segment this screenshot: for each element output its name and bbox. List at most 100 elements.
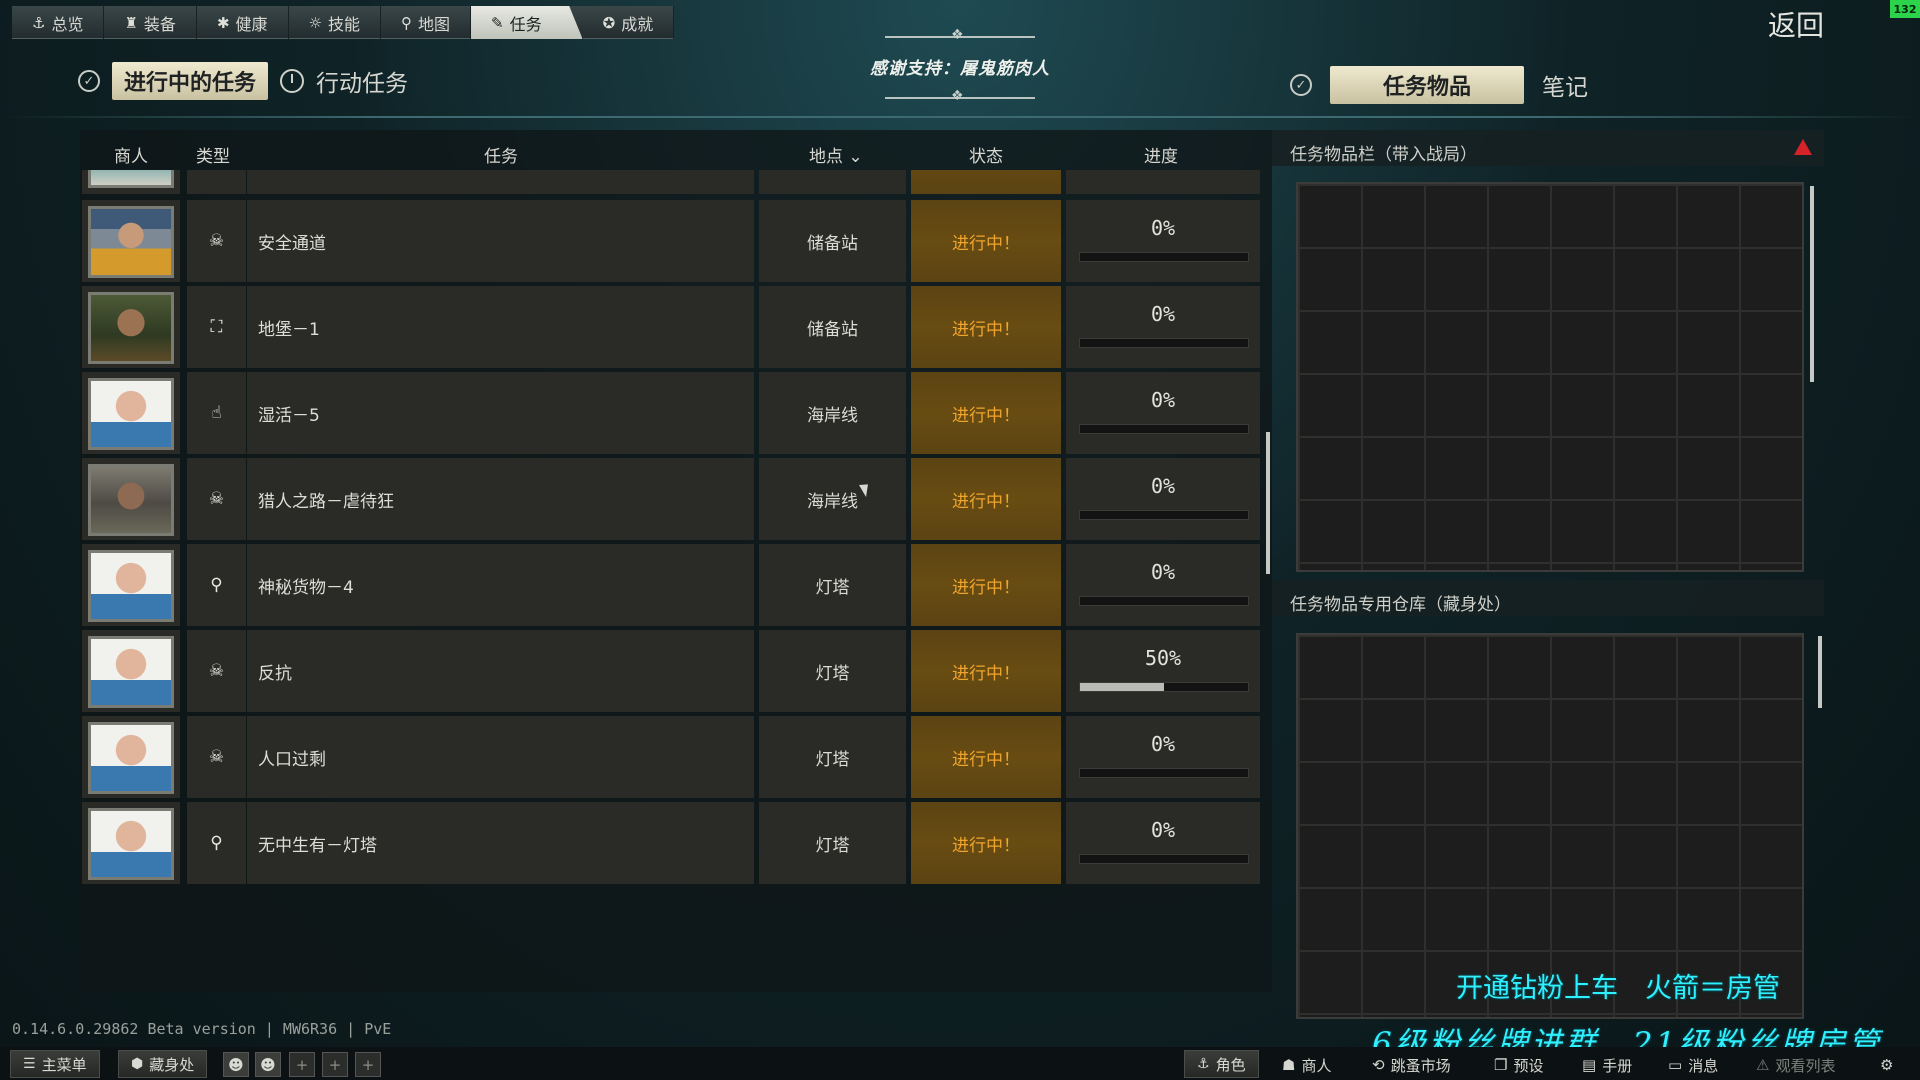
version-label: 0.14.6.0.29862 Beta version | MW6R36 | P… xyxy=(12,1020,392,1038)
status-cell: 进行中！ xyxy=(911,544,1061,626)
table-row[interactable]: ⚲ 神秘货物－4 灯塔 进行中！ 0% xyxy=(80,544,1260,644)
location-cell: 灯塔 xyxy=(759,716,906,798)
status-label: 进行中！ xyxy=(952,319,1020,340)
table-row[interactable]: ☠ 反抗 灯塔 进行中！ 50% xyxy=(80,630,1260,730)
skull-icon: ☠ xyxy=(208,747,225,767)
tab-label: 成就 xyxy=(621,14,654,34)
table-row[interactable]: ⚲ 无中生有－灯塔 灯塔 进行中！ 0% xyxy=(80,802,1260,902)
table-row[interactable]: ☠ 人口过剩 灯塔 进行中！ 0% xyxy=(80,716,1260,816)
tab-achievements[interactable]: ✪ 成就 xyxy=(583,6,675,39)
tab-health[interactable]: ✱ 健康 xyxy=(197,6,289,39)
group-slot-2[interactable]: ☻ xyxy=(255,1052,281,1077)
tab-tasks[interactable]: ✎ 任务 xyxy=(471,6,583,39)
warning-outline-icon: ⚠ xyxy=(1756,1056,1770,1074)
tab-action-tasks[interactable]: 行动任务 xyxy=(280,64,408,98)
carry-grid-scrollbar[interactable] xyxy=(1810,186,1814,382)
tab-ongoing-tasks[interactable]: 进行中的任务 xyxy=(112,62,269,100)
skills-icon: ☼ xyxy=(308,13,322,32)
column-progress[interactable]: 进度 xyxy=(1144,142,1178,167)
character-button[interactable]: ⚓ 角色 xyxy=(1184,1050,1259,1078)
progress-cell xyxy=(1066,170,1260,194)
column-type[interactable]: 类型 xyxy=(196,142,230,167)
table-row[interactable]: ☝ 湿活－5 海岸线 进行中！ 0% xyxy=(80,372,1260,472)
tab-notes[interactable]: 笔记 xyxy=(1542,68,1588,102)
task-name-cell: 神秘货物－4 xyxy=(247,544,754,626)
status-label: 进行中！ xyxy=(952,577,1020,598)
tab-gear[interactable]: ♜ 装备 xyxy=(104,6,197,39)
handbook-icon: ▤ xyxy=(1582,1056,1597,1074)
quest-table: 商人 类型 任务 地点 ⌄ 状态 进度 ☠ 安全通道 储备站 进行中！ 0% ⛶… xyxy=(80,130,1272,992)
task-name: 地堡－1 xyxy=(258,319,320,340)
main-menu-label: 主菜单 xyxy=(41,1055,87,1074)
avatar xyxy=(88,808,174,880)
trader-avatar-cell xyxy=(82,630,180,712)
tab-map[interactable]: ⚲ 地图 xyxy=(381,6,472,39)
task-name: 无中生有－灯塔 xyxy=(258,835,377,856)
column-location[interactable]: 地点 ⌄ xyxy=(809,142,863,167)
handbook-button[interactable]: ▤ 手册 xyxy=(1582,1052,1632,1078)
status-label: 进行中！ xyxy=(952,491,1020,512)
location-name: 储备站 xyxy=(807,319,858,340)
warning-icon[interactable] xyxy=(1794,139,1812,155)
task-name: 人口过剩 xyxy=(258,749,326,770)
traders-button[interactable]: ☗ 商人 xyxy=(1282,1052,1331,1078)
progress-bar xyxy=(1079,682,1249,692)
stash-items-grid[interactable] xyxy=(1296,633,1804,1019)
table-row[interactable] xyxy=(80,170,1260,194)
task-name: 安全通道 xyxy=(258,233,326,254)
task-name-cell: 安全通道 xyxy=(247,200,754,282)
gear-icon: ⚙ xyxy=(1880,1056,1894,1074)
group-slot-4[interactable]: + xyxy=(322,1052,348,1077)
progress-percent: 0% xyxy=(1150,302,1176,326)
avatar xyxy=(88,464,174,536)
column-task[interactable]: 任务 xyxy=(484,142,518,167)
table-row[interactable]: ☠ 安全通道 储备站 进行中！ 0% xyxy=(80,200,1260,300)
tab-overview[interactable]: ⚓ 总览 xyxy=(12,6,105,39)
trader-avatar-cell xyxy=(82,286,180,368)
column-status[interactable]: 状态 xyxy=(969,142,1003,167)
sort-chevron-icon: ⌄ xyxy=(848,147,863,167)
task-name-cell: 湿活－5 xyxy=(247,372,754,454)
avatar xyxy=(88,378,174,450)
carry-items-grid[interactable] xyxy=(1296,182,1804,572)
exit-icon: ⛶ xyxy=(210,317,223,337)
table-row[interactable]: ⛶ 地堡－1 储备站 进行中！ 0% xyxy=(80,286,1260,386)
settings-button[interactable]: ⚙ xyxy=(1880,1052,1893,1078)
progress-cell: 0% xyxy=(1066,200,1260,282)
hideout-icon: ⬢ xyxy=(131,1056,144,1072)
progress-percent: 0% xyxy=(1150,388,1176,412)
main-menu-button[interactable]: ☰ 主菜单 xyxy=(10,1050,100,1078)
messages-button[interactable]: ▭ 消息 xyxy=(1668,1052,1718,1078)
progress-cell: 0% xyxy=(1066,286,1260,368)
flea-market-button[interactable]: ⟲ 跳蚤市场 xyxy=(1372,1052,1451,1078)
ornament-divider xyxy=(885,88,1035,104)
location-name: 灯塔 xyxy=(815,577,850,598)
column-trader[interactable]: 商人 xyxy=(114,142,148,167)
group-slot-1[interactable]: ☻ xyxy=(223,1052,249,1077)
anchor-icon: ⚓ xyxy=(32,13,46,32)
skull-icon: ☠ xyxy=(208,231,225,251)
column-location-label: 地点 xyxy=(809,147,843,167)
table-scrollbar[interactable] xyxy=(1266,432,1270,574)
stash-grid-scrollbar[interactable] xyxy=(1818,636,1822,708)
group-slot-5[interactable]: + xyxy=(355,1052,381,1077)
status-cell: 进行中！ xyxy=(911,372,1061,454)
quest-rows: ☠ 安全通道 储备站 进行中！ 0% ⛶ 地堡－1 储备站 进行中！ 0% ☝ … xyxy=(80,170,1260,992)
carry-items-title: 任务物品栏（带入战局） xyxy=(1290,145,1477,165)
character-label: 角色 xyxy=(1215,1055,1246,1074)
tab-skills[interactable]: ☼ 技能 xyxy=(289,6,381,39)
presets-button[interactable]: ❐ 预设 xyxy=(1494,1052,1543,1078)
check-icon: ✓ xyxy=(1290,74,1312,96)
group-slot-3[interactable]: + xyxy=(289,1052,315,1077)
status-cell xyxy=(911,170,1061,194)
watchlist-label: 观看列表 xyxy=(1775,1056,1836,1075)
tab-quest-items[interactable]: 任务物品 xyxy=(1330,66,1524,104)
location-cell: 海岸线 xyxy=(759,372,906,454)
watchlist-button[interactable]: ⚠ 观看列表 xyxy=(1756,1052,1835,1078)
table-row[interactable]: ☠ 猎人之路－虐待狂 海岸线 进行中！ 0% xyxy=(80,458,1260,558)
handbook-label: 手册 xyxy=(1602,1056,1633,1075)
progress-bar xyxy=(1079,854,1249,864)
hideout-button[interactable]: ⬢ 藏身处 xyxy=(118,1050,208,1078)
flea-market-label: 跳蚤市场 xyxy=(1390,1056,1451,1075)
status-label: 进行中！ xyxy=(952,749,1020,770)
